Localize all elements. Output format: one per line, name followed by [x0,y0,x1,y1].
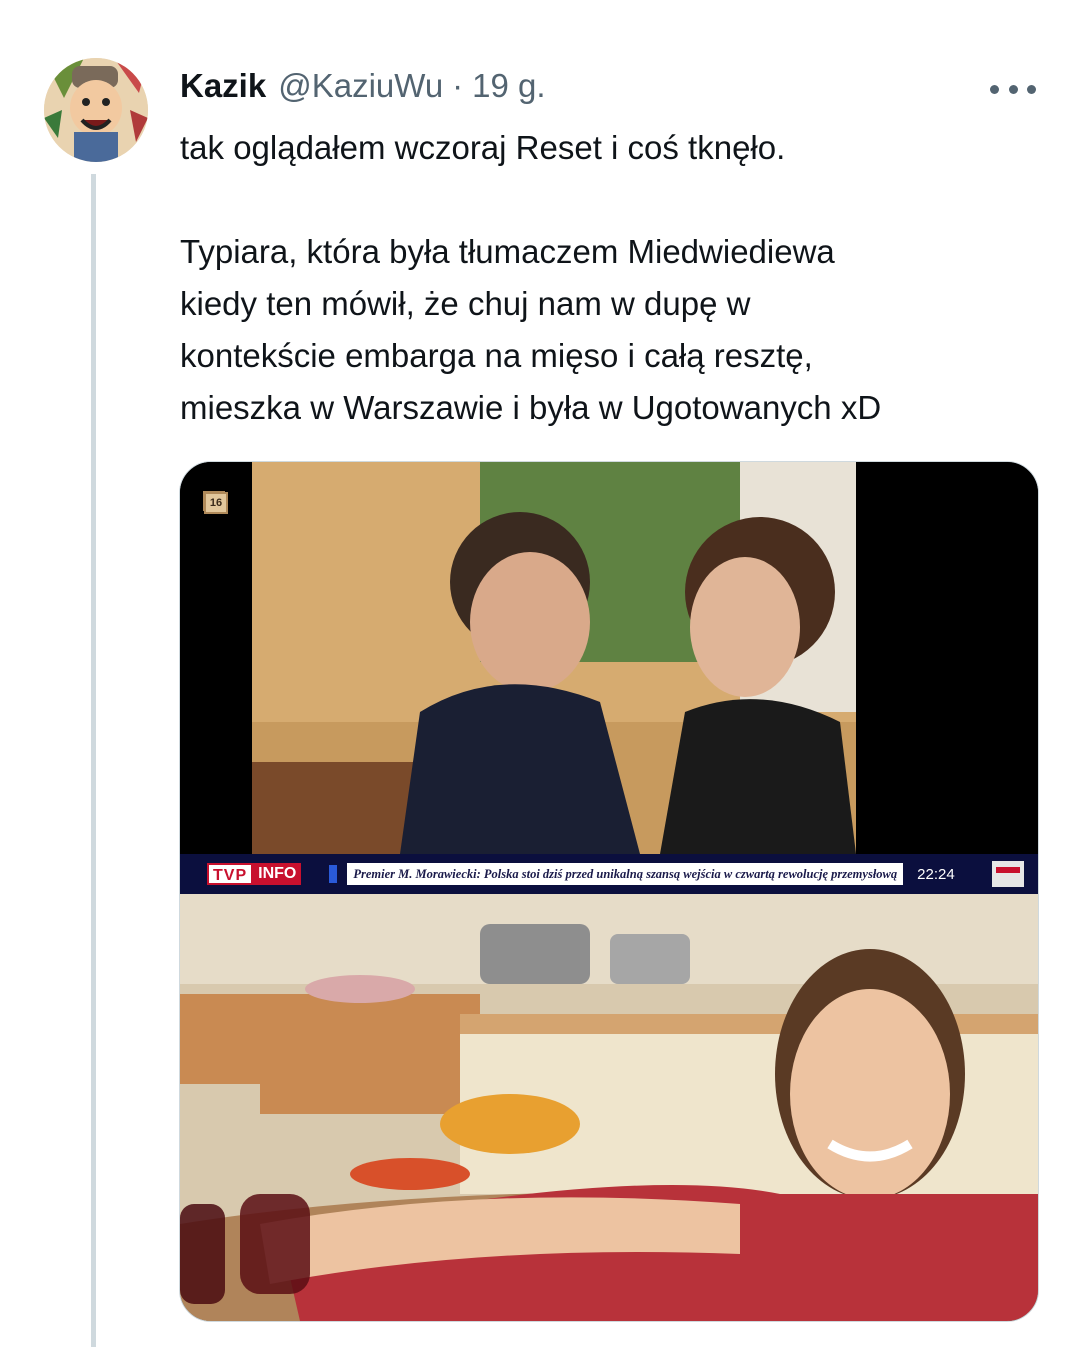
ticker-clock: 22:24 [917,865,955,883]
info-logo-part: INFO [253,863,302,885]
author-avatar[interactable] [44,58,148,162]
tweet-header: Kazik @KaziuWu · 19 g. [180,64,546,108]
tweet-media[interactable]: 16 TVP INFO Premier M. Morawiecki: Polsk… [179,461,1039,1322]
ticker-headline: Premier M. Morawiecki: Polska stoi dziś … [347,863,904,885]
author-name[interactable]: Kazik [180,67,266,105]
thread-line [91,174,96,1347]
tv-screenshot-image [180,462,1038,894]
channel-corner-logo [992,861,1024,887]
header-separator: · [452,67,464,104]
more-dot [1008,84,1018,94]
more-dot [990,84,999,94]
kitchen-photo-image [180,894,1038,1321]
tvp-info-logo: TVP INFO [207,863,302,885]
ticker-marker [329,865,338,883]
avatar-illustration [44,58,148,162]
tweet-timestamp[interactable]: 19 g. [472,67,545,105]
author-handle[interactable]: @KaziuWu [278,67,443,105]
more-options-icon[interactable] [990,82,1036,96]
tweet-text: tak oglądałem wczoraj Reset i coś tknęło… [180,129,882,426]
age-rating-badge: 16 [204,492,228,514]
tvp-logo-part: TVP [207,863,254,885]
news-ticker: TVP INFO Premier M. Morawiecki: Polska s… [180,854,1038,894]
more-dot [1027,84,1036,94]
